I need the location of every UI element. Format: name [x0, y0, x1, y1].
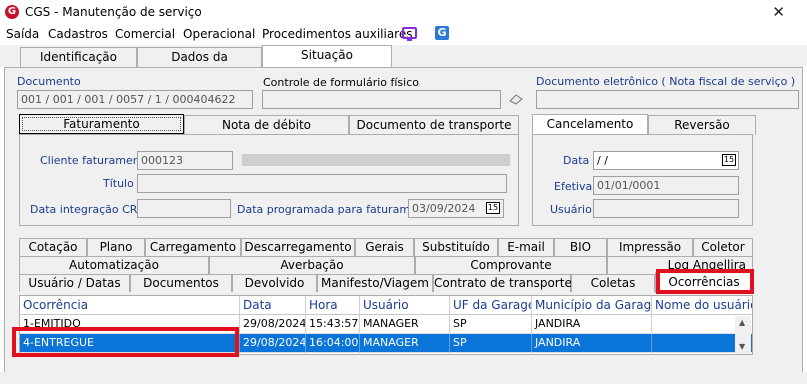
- data-integracao-label: Data integração CRC: [30, 203, 145, 216]
- cliente-faturamento-name: [242, 154, 510, 166]
- cell-municipio-garagem: JANDIRA: [532, 334, 652, 353]
- titulo-label: Título: [103, 177, 134, 190]
- documento-eletronico-field[interactable]: [536, 90, 799, 109]
- efetiva-field[interactable]: 01/01/0001: [593, 176, 739, 195]
- documento-field[interactable]: 001 / 001 / 001 / 0057 / 1 / 000404622: [17, 90, 253, 109]
- documento-eletronico-label: Documento eletrônico ( Nota fiscal de se…: [536, 75, 796, 88]
- cell-uf-garagem: SP: [450, 334, 532, 353]
- cliente-faturamento-label: Cliente faturamento: [40, 154, 151, 167]
- tab-plano[interactable]: Plano: [87, 238, 145, 256]
- g-app-icon[interactable]: G: [435, 26, 449, 40]
- cell-usuario: MANAGER: [360, 334, 450, 353]
- tab-cancelamento[interactable]: Cancelamento: [532, 114, 648, 134]
- col-hora-header[interactable]: Hora: [306, 296, 360, 315]
- close-icon[interactable]: ✕: [772, 3, 785, 21]
- tab-carregamento[interactable]: Carregamento: [145, 238, 241, 256]
- tab-dados-mercadoria[interactable]: Dados da mercadoria: [137, 47, 262, 82]
- tab-coletor[interactable]: Coletor: [693, 238, 753, 256]
- tab-coletas[interactable]: Coletas: [571, 274, 655, 292]
- col-data-header[interactable]: Data: [240, 296, 306, 315]
- controle-formulario-field[interactable]: [262, 90, 501, 109]
- tab-nota-debito[interactable]: Nota de débito: [184, 115, 349, 135]
- tab-situacao[interactable]: Situação: [262, 45, 392, 68]
- col-uf-garagem-header[interactable]: UF da Garagem: [450, 296, 532, 315]
- cell-uf-garagem: SP: [450, 315, 532, 334]
- tab-manifesto-viagem[interactable]: Manifesto/Viagem: [317, 274, 433, 292]
- controle-formulario-label: Controle de formulário físico: [263, 76, 419, 89]
- cancelamento-usuario-field[interactable]: [593, 199, 739, 218]
- tab-devolvido[interactable]: Devolvido: [232, 274, 317, 292]
- tab-faturamento[interactable]: Faturamento: [19, 114, 184, 134]
- grid-vertical-scrollbar[interactable]: ▲ ▼: [735, 316, 751, 354]
- tab-impressao[interactable]: Impressão: [607, 238, 693, 256]
- cell-municipio-garagem: JANDIRA: [532, 315, 652, 334]
- menu-procedimentos-auxiliares[interactable]: Procedimentos auxiliares: [262, 27, 412, 41]
- tab-documentos[interactable]: Documentos: [130, 274, 232, 292]
- cancelamento-data-field[interactable]: / /: [593, 151, 739, 170]
- data-integracao-field[interactable]: [137, 199, 231, 218]
- scroll-down-icon[interactable]: ▼: [739, 342, 745, 351]
- tab-bio[interactable]: BIO: [554, 238, 607, 256]
- tab-documento-transporte[interactable]: Documento de transporte: [349, 115, 519, 135]
- data-programada-label: Data programada para faturamento: [237, 203, 435, 216]
- menu-comercial[interactable]: Comercial: [115, 27, 175, 41]
- tab-identificacao[interactable]: Identificação: [20, 47, 137, 67]
- cell-hora: 15:43:57: [306, 315, 360, 334]
- tab-gerais[interactable]: Gerais: [355, 238, 414, 256]
- cell-data: 29/08/2024: [240, 334, 306, 353]
- cell-data: 29/08/2024: [240, 315, 306, 334]
- tab-comprovante[interactable]: Comprovante: [415, 256, 607, 274]
- monitor-icon[interactable]: [402, 27, 417, 41]
- cliente-faturamento-code[interactable]: 000123: [137, 151, 233, 170]
- tab-email[interactable]: E-mail: [498, 238, 554, 256]
- app-logo-icon: G: [5, 5, 19, 19]
- efetiva-label: Efetiva: [554, 180, 593, 193]
- col-nome-usuario-header[interactable]: Nome do usuário: [652, 296, 752, 315]
- calendar-icon[interactable]: 15: [486, 202, 500, 214]
- menu-cadastros[interactable]: Cadastros: [48, 27, 108, 41]
- tab-descarregamento[interactable]: Descarregamento: [241, 238, 355, 256]
- tab-contrato-transporte[interactable]: Contrato de transporte: [433, 274, 572, 292]
- documento-label: Documento: [17, 75, 81, 88]
- tab-cotacao[interactable]: Cotação: [19, 238, 87, 256]
- menu-saida[interactable]: Saída: [6, 27, 39, 41]
- col-municipio-garagem-header[interactable]: Município da Garagem: [532, 296, 652, 315]
- tab-reversao[interactable]: Reversão: [648, 115, 756, 135]
- cell-hora: 16:04:00: [306, 334, 360, 353]
- cancelamento-usuario-label: Usuário: [550, 203, 592, 216]
- tab-substituido[interactable]: Substituído: [414, 238, 498, 256]
- eraser-icon[interactable]: [508, 93, 524, 105]
- ocorrencias-highlight: [656, 269, 754, 294]
- entregue-highlight: [12, 327, 239, 357]
- tab-usuario-datas[interactable]: Usuário / Datas: [19, 274, 130, 292]
- tab-automatizacao[interactable]: Automatização: [19, 256, 209, 274]
- col-usuario-header[interactable]: Usuário: [360, 296, 450, 315]
- menu-operacional[interactable]: Operacional: [183, 27, 255, 41]
- window-title: CGS - Manutenção de serviço: [25, 5, 202, 19]
- col-ocorrencia-header[interactable]: Ocorrência: [20, 296, 240, 315]
- bottom-strip: [0, 372, 807, 384]
- calendar-icon[interactable]: 15: [722, 154, 736, 166]
- cancelamento-data-label: Data: [563, 154, 590, 167]
- titulo-field[interactable]: [137, 174, 507, 193]
- cell-usuario: MANAGER: [360, 315, 450, 334]
- scroll-up-icon[interactable]: ▲: [739, 318, 745, 327]
- tab-averbacao[interactable]: Averbação: [209, 256, 415, 274]
